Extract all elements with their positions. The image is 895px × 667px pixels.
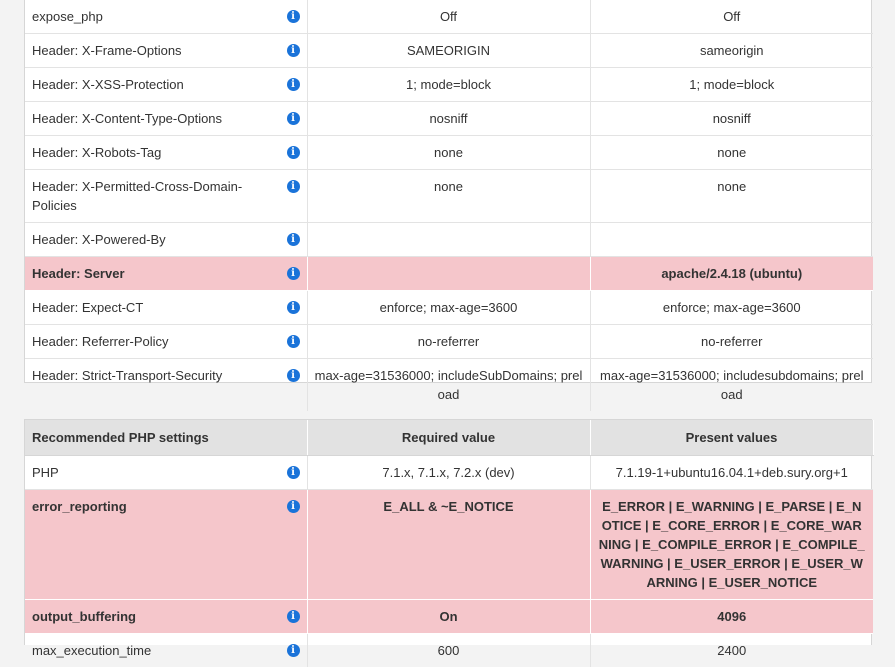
info-icon[interactable] [287,369,300,382]
present-value: 2400 [590,634,873,667]
setting-name: Header: Referrer-Policy [32,334,169,349]
column-header-present: Present values [590,420,873,456]
table-row: max_execution_time 600 2400 [25,634,873,667]
required-value: SAMEORIGIN [307,34,590,68]
setting-name: error_reporting [32,499,127,514]
security-headers-panel: expose_php Off Off Header: X-Frame-Optio… [24,0,872,383]
info-icon[interactable] [287,180,300,193]
info-icon[interactable] [287,644,300,657]
present-value: apache/2.4.18 (ubuntu) [590,257,873,291]
required-value: nosniff [307,102,590,136]
setting-name: Header: X-Content-Type-Options [32,111,222,126]
table-row: Header: X-Frame-Options SAMEORIGIN sameo… [25,34,873,68]
setting-name-cell: Header: X-Powered-By [25,223,307,257]
info-icon[interactable] [287,112,300,125]
table-row: Header: X-Robots-Tag none none [25,136,873,170]
setting-name-cell: max_execution_time [25,634,307,667]
setting-name: expose_php [32,9,103,24]
setting-name: Header: Strict-Transport-Security [32,368,222,383]
table-row: Header: Strict-Transport-Security max-ag… [25,359,873,412]
column-header-setting: Recommended PHP settings [25,420,307,456]
setting-name: PHP [32,465,59,480]
setting-name-cell: output_buffering [25,600,307,634]
required-value: 7.1.x, 7.1.x, 7.2.x (dev) [307,456,590,490]
setting-name: Header: Server [32,266,125,281]
security-headers-table: expose_php Off Off Header: X-Frame-Optio… [25,0,873,411]
info-icon[interactable] [287,233,300,246]
setting-name: Header: Expect-CT [32,300,143,315]
setting-name: Header: X-Permitted-Cross-Domain-Policie… [32,179,242,213]
required-value: 1; mode=block [307,68,590,102]
table-row-warning: output_buffering On 4096 [25,600,873,634]
table-row: Header: X-Permitted-Cross-Domain-Policie… [25,170,873,223]
present-value: 1; mode=block [590,68,873,102]
setting-name: Header: X-Robots-Tag [32,145,161,160]
required-value: enforce; max-age=3600 [307,291,590,325]
required-value: Off [307,0,590,34]
info-icon[interactable] [287,500,300,513]
required-value: E_ALL & ~E_NOTICE [307,490,590,600]
info-icon[interactable] [287,78,300,91]
required-value [307,223,590,257]
present-value: 4096 [590,600,873,634]
required-value: max-age=31536000; includeSubDomains; pre… [307,359,590,412]
required-value: no-referrer [307,325,590,359]
table-header-row: Recommended PHP settings Required value … [25,420,873,456]
present-value: max-age=31536000; includesubdomains; pre… [590,359,873,412]
present-value [590,223,873,257]
setting-name-cell: Header: Expect-CT [25,291,307,325]
setting-name: max_execution_time [32,643,151,658]
table-row: expose_php Off Off [25,0,873,34]
setting-name-cell: Header: X-Content-Type-Options [25,102,307,136]
php-settings-table: Recommended PHP settings Required value … [25,420,874,667]
table-row: PHP 7.1.x, 7.1.x, 7.2.x (dev) 7.1.19-1+u… [25,456,873,490]
info-icon[interactable] [287,466,300,479]
required-value: 600 [307,634,590,667]
table-row-warning: error_reporting E_ALL & ~E_NOTICE E_ERRO… [25,490,873,600]
present-value: none [590,136,873,170]
setting-name: Header: X-Powered-By [32,232,166,247]
setting-name-cell: Header: Strict-Transport-Security [25,359,307,412]
setting-name-cell: Header: X-Permitted-Cross-Domain-Policie… [25,170,307,223]
info-icon[interactable] [287,146,300,159]
info-icon[interactable] [287,44,300,57]
column-header-required: Required value [307,420,590,456]
setting-name-cell: PHP [25,456,307,490]
present-value: nosniff [590,102,873,136]
present-value: sameorigin [590,34,873,68]
setting-name-cell: Header: Server [25,257,307,291]
required-value [307,257,590,291]
setting-name-cell: error_reporting [25,490,307,600]
info-icon[interactable] [287,610,300,623]
setting-name-cell: Header: Referrer-Policy [25,325,307,359]
table-row: Header: X-Content-Type-Options nosniff n… [25,102,873,136]
present-value: none [590,170,873,223]
setting-name: Header: X-Frame-Options [32,43,182,58]
setting-name: output_buffering [32,609,136,624]
info-icon[interactable] [287,267,300,280]
table-row: Header: X-XSS-Protection 1; mode=block 1… [25,68,873,102]
info-icon[interactable] [287,335,300,348]
setting-name-cell: expose_php [25,0,307,34]
setting-name-cell: Header: X-XSS-Protection [25,68,307,102]
setting-name-cell: Header: X-Frame-Options [25,34,307,68]
present-value: E_ERROR | E_WARNING | E_PARSE | E_NOTICE… [590,490,873,600]
table-row-warning: Header: Server apache/2.4.18 (ubuntu) [25,257,873,291]
info-icon[interactable] [287,301,300,314]
required-value: On [307,600,590,634]
info-icon[interactable] [287,10,300,23]
present-value: no-referrer [590,325,873,359]
present-value: enforce; max-age=3600 [590,291,873,325]
table-row: Header: Referrer-Policy no-referrer no-r… [25,325,873,359]
table-row: Header: Expect-CT enforce; max-age=3600 … [25,291,873,325]
table-row: Header: X-Powered-By [25,223,873,257]
present-value: Off [590,0,873,34]
php-settings-panel: Recommended PHP settings Required value … [24,419,872,645]
required-value: none [307,170,590,223]
setting-name: Header: X-XSS-Protection [32,77,184,92]
required-value: none [307,136,590,170]
present-value: 7.1.19-1+ubuntu16.04.1+deb.sury.org+1 [590,456,873,490]
setting-name-cell: Header: X-Robots-Tag [25,136,307,170]
